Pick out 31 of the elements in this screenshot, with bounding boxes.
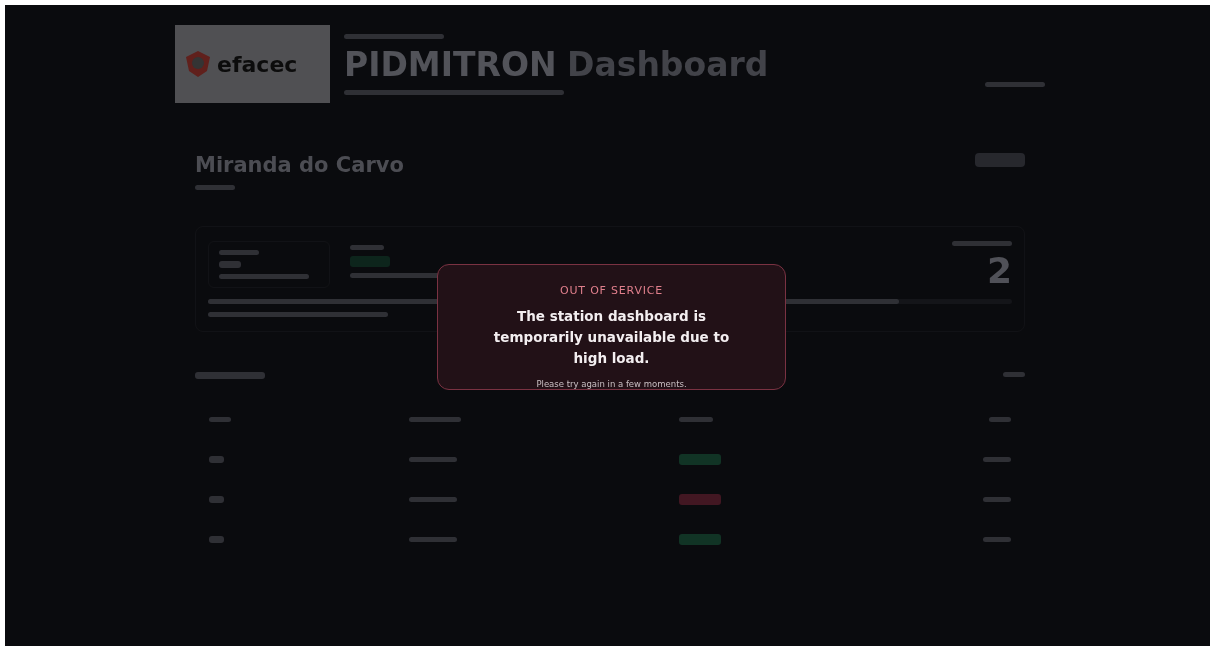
blurred-text [409,456,457,462]
dialog-hint: Please try again in a few moments. [536,379,687,389]
station-name: Miranda do Carvo [195,153,404,177]
blurred-text [350,245,384,250]
dialog-message: The station dashboard is temporarily unavailable due to high load. [492,307,731,368]
logo-text: efacec [217,51,298,77]
blurred-text [409,496,457,502]
dialog-label: OUT OF SERVICE [560,284,663,297]
blurred-button[interactable] [975,153,1025,167]
blurred-text [679,416,713,422]
blurred-text [219,250,259,255]
blurred-text [219,261,241,268]
status-badge [350,256,390,267]
big-value: 2 [986,250,1012,291]
shield-icon [183,49,213,79]
blurred-text [209,416,231,422]
blurred-text [209,495,224,503]
blurred-text [209,455,224,463]
blurred-text [983,456,1011,462]
blurred-text [983,536,1011,542]
blurred-text [985,81,1045,87]
blurred-text [989,416,1011,422]
blurred-text [952,241,1012,246]
blurred-text [983,496,1011,502]
blurred-text [195,185,235,190]
blurred-text [409,536,457,542]
blurred-text [209,535,224,543]
blurred-text [409,416,461,422]
blurred-text [1003,372,1025,377]
page-title: PIDMITRON Dashboard [344,44,769,84]
blurred-text [195,372,265,379]
